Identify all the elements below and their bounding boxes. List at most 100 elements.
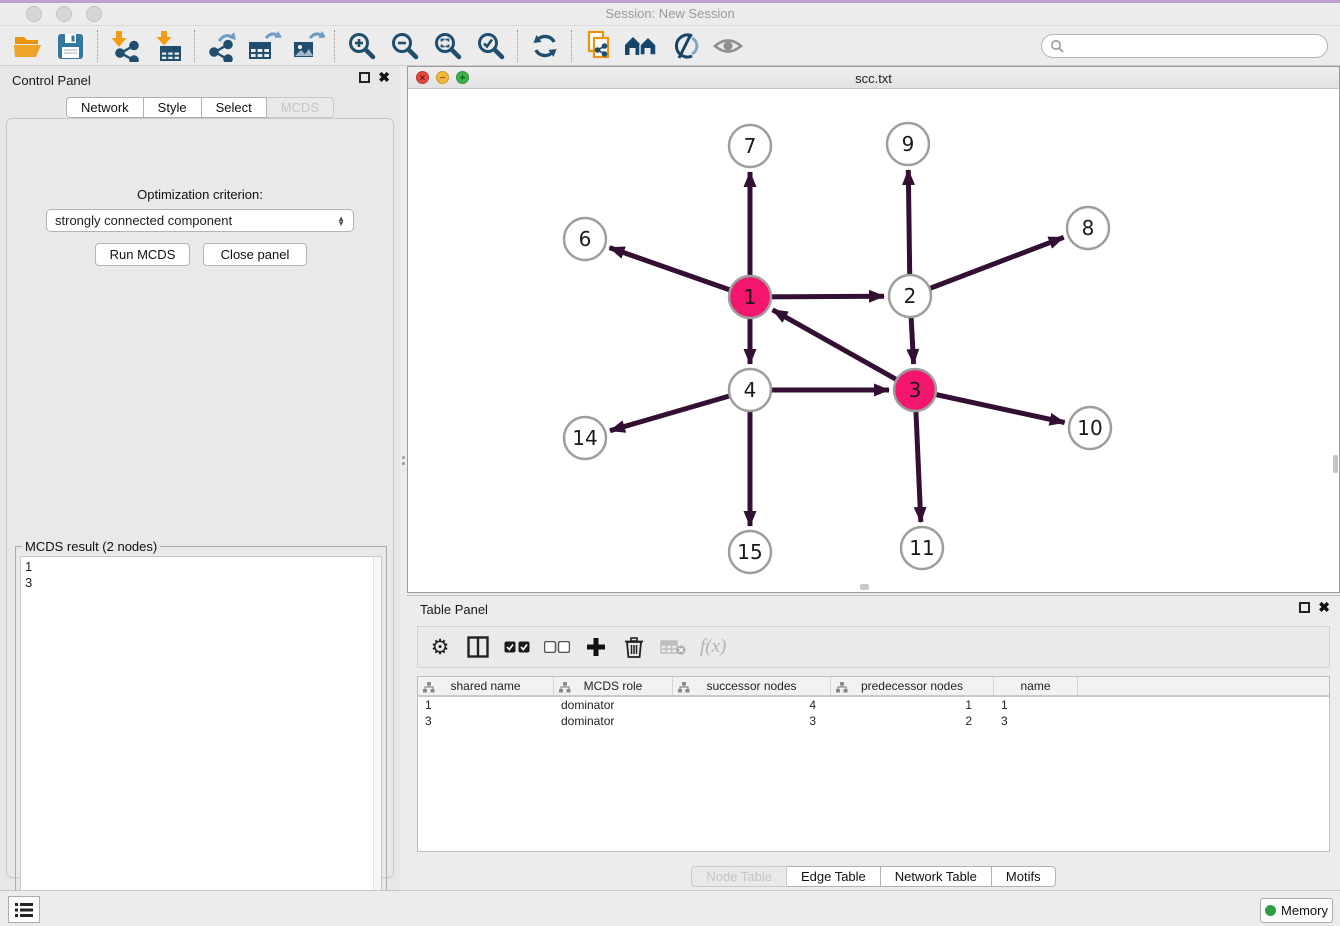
tab-mcds[interactable]: MCDS	[267, 97, 334, 118]
toolbar-separator	[194, 30, 195, 62]
clone-network-icon[interactable]	[577, 28, 620, 64]
mcds-result-textarea[interactable]: 1 3	[20, 556, 382, 922]
refresh-view-icon[interactable]	[523, 28, 566, 64]
show-columns-icon[interactable]	[466, 636, 490, 658]
svg-text:9: 9	[902, 132, 915, 156]
cell-shared_name[interactable]: 3	[418, 713, 554, 729]
tab-node-table[interactable]: Node Table	[691, 866, 787, 887]
memory-label: Memory	[1281, 903, 1328, 918]
tab-network[interactable]: Network	[66, 97, 144, 118]
close-panel-icon[interactable]: ✖	[378, 72, 390, 83]
table-row-2[interactable]: 3dominator323	[418, 713, 1329, 729]
edge-2-8[interactable]	[910, 237, 1064, 296]
tab-style[interactable]: Style	[144, 97, 202, 118]
cell-predecessor_nodes[interactable]: 1	[831, 697, 994, 713]
select-all-checkboxes-icon[interactable]	[504, 641, 530, 653]
home-icon[interactable]	[620, 28, 663, 64]
node-3[interactable]: 3	[894, 369, 936, 411]
panel-splitter[interactable]	[400, 66, 407, 890]
edge-3-10[interactable]	[915, 390, 1065, 423]
optimization-criterion-select[interactable]: strongly connected component ▲▼	[46, 209, 354, 232]
control-panel-title: Control Panel	[12, 73, 91, 88]
window-title: Session: New Session	[0, 6, 1340, 21]
node-15[interactable]: 15	[729, 531, 771, 573]
cell-name[interactable]: 3	[994, 713, 1078, 729]
open-file-icon[interactable]	[6, 28, 49, 64]
node-table-rows: 1dominator4113dominator323	[418, 697, 1329, 729]
network-horizontal-scrollbar[interactable]	[860, 584, 869, 590]
svg-text:8: 8	[1082, 216, 1095, 240]
tab-network-table[interactable]: Network Table	[881, 866, 992, 887]
node-4[interactable]: 4	[729, 369, 771, 411]
import-network-icon[interactable]	[103, 28, 146, 64]
node-1[interactable]: 1	[729, 276, 771, 318]
add-column-icon[interactable]	[584, 637, 608, 657]
export-image-icon[interactable]	[286, 28, 329, 64]
delete-column-icon[interactable]	[622, 636, 646, 658]
mcds-result-scrollbar[interactable]	[373, 557, 381, 921]
hide-vizmapper-icon[interactable]	[663, 28, 706, 64]
float-table-panel-icon[interactable]	[1299, 602, 1310, 613]
column-header-name[interactable]: name	[994, 677, 1078, 695]
search-input[interactable]	[1068, 39, 1327, 53]
deselect-all-checkboxes-icon[interactable]	[544, 641, 570, 653]
cell-name[interactable]: 1	[994, 697, 1078, 713]
network-canvas[interactable]: 1 2 3 4 6 7 8 9 10 11 14 15	[408, 89, 1339, 592]
tab-edge-table[interactable]: Edge Table	[787, 866, 881, 887]
memory-status-icon	[1265, 905, 1276, 916]
node-14[interactable]: 14	[564, 417, 606, 459]
export-table-icon[interactable]	[243, 28, 286, 64]
save-session-icon[interactable]	[49, 28, 92, 64]
svg-text:4: 4	[744, 378, 757, 402]
column-header-successor-nodes[interactable]: successor nodes	[673, 677, 831, 695]
tab-select[interactable]: Select	[202, 97, 267, 118]
close-panel-button[interactable]: Close panel	[203, 243, 307, 266]
cell-successor_nodes[interactable]: 4	[673, 697, 831, 713]
float-panel-icon[interactable]	[359, 72, 370, 83]
memory-button[interactable]: Memory	[1260, 898, 1333, 923]
delete-table-icon[interactable]	[660, 639, 686, 655]
close-table-panel-icon[interactable]: ✖	[1318, 602, 1330, 613]
column-header-shared-name[interactable]: shared name	[418, 677, 554, 695]
optimization-criterion-label: Optimization criterion:	[7, 187, 393, 202]
mcds-result-groupbox: MCDS result (2 nodes) 1 3	[15, 546, 387, 926]
import-table-icon[interactable]	[146, 28, 189, 64]
cell-predecessor_nodes[interactable]: 2	[831, 713, 994, 729]
toolbar-separator	[97, 30, 98, 62]
control-panel-tabs: NetworkStyleSelectMCDS	[0, 97, 400, 118]
eye-icon[interactable]	[706, 28, 749, 64]
cell-mcds_role[interactable]: dominator	[554, 713, 673, 729]
table-options-gear-icon[interactable]: ⚙	[428, 635, 452, 660]
column-header-mcds-role[interactable]: MCDS role	[554, 677, 673, 695]
svg-text:10: 10	[1077, 416, 1102, 440]
zoom-in-icon[interactable]	[340, 28, 383, 64]
network-window-titlebar[interactable]: × − + scc.txt	[408, 67, 1339, 89]
run-mcds-button[interactable]: Run MCDS	[95, 243, 190, 266]
edge-1-6[interactable]	[610, 248, 751, 297]
svg-text:3: 3	[909, 378, 922, 402]
network-vertical-scrollbar[interactable]	[1333, 455, 1338, 473]
network-graph[interactable]: 1 2 3 4 6 7 8 9 10 11 14 15	[408, 89, 1339, 592]
fit-content-icon[interactable]	[426, 28, 469, 64]
export-network-icon[interactable]	[200, 28, 243, 64]
node-table-header: shared nameMCDS rolesuccessor nodesprede…	[418, 677, 1329, 697]
zoom-selected-icon[interactable]	[469, 28, 512, 64]
node-8[interactable]: 8	[1067, 207, 1109, 249]
search-box[interactable]	[1041, 34, 1328, 58]
node-11[interactable]: 11	[901, 527, 943, 569]
edge-3-1[interactable]	[773, 310, 915, 390]
tab-motifs[interactable]: Motifs	[992, 866, 1056, 887]
cell-mcds_role[interactable]: dominator	[554, 697, 673, 713]
node-6[interactable]: 6	[564, 218, 606, 260]
cell-successor_nodes[interactable]: 3	[673, 713, 831, 729]
node-2[interactable]: 2	[889, 275, 931, 317]
table-row-1[interactable]: 1dominator411	[418, 697, 1329, 713]
node-9[interactable]: 9	[887, 123, 929, 165]
column-header-predecessor-nodes[interactable]: predecessor nodes	[831, 677, 994, 695]
node-10[interactable]: 10	[1069, 407, 1111, 449]
cell-shared_name[interactable]: 1	[418, 697, 554, 713]
zoom-out-icon[interactable]	[383, 28, 426, 64]
function-builder-icon: f(x)	[700, 636, 726, 658]
task-history-button[interactable]	[8, 896, 40, 923]
node-7[interactable]: 7	[729, 125, 771, 167]
